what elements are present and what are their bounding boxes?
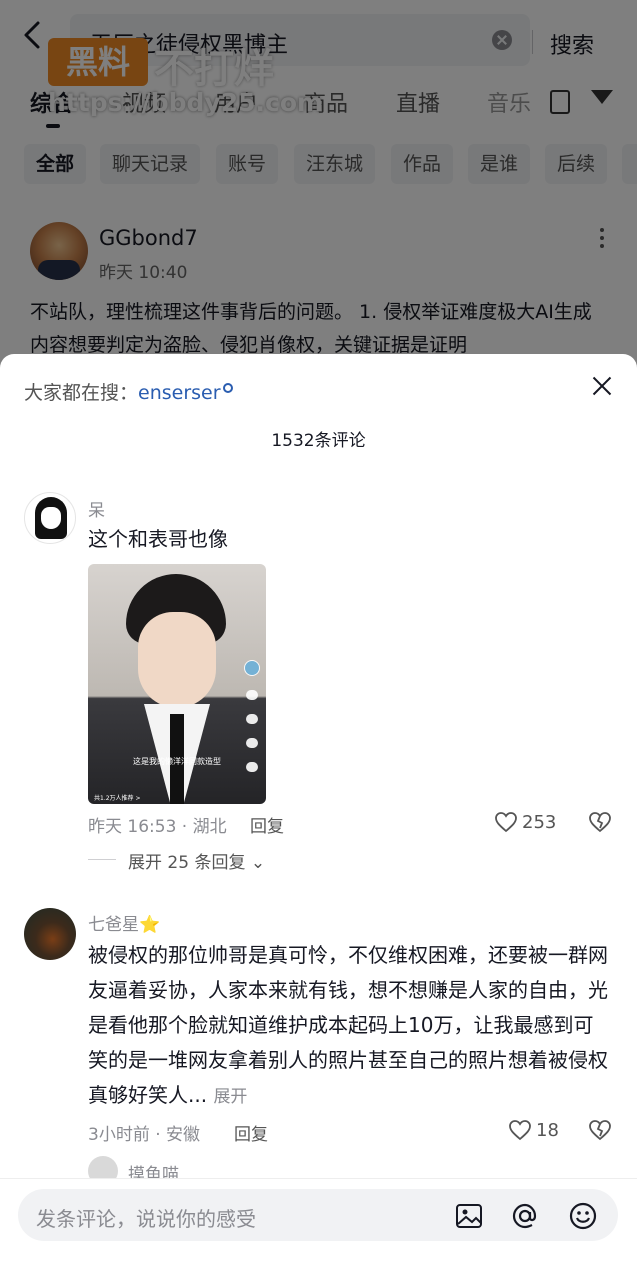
video-side-icons	[244, 660, 260, 800]
expand-divider	[88, 859, 116, 860]
broken-heart-icon[interactable]	[588, 1119, 612, 1141]
like-count: 253	[522, 812, 557, 833]
comment-meta: 3小时前 · 安徽	[88, 1125, 201, 1145]
comment-input-placeholder: 发条评论，说说你的感受	[36, 1207, 256, 1231]
avatar[interactable]	[24, 908, 76, 960]
comment-count: 1532条评论	[271, 431, 366, 451]
mention-icon[interactable]	[510, 1201, 540, 1231]
hot-search[interactable]: 大家都在搜：enserser	[24, 378, 233, 405]
comment-username[interactable]: 七爸星⭐	[88, 910, 160, 935]
expand-text-button[interactable]: 展开	[213, 1087, 247, 1107]
search-icon	[222, 383, 233, 393]
comment-text: 被侵权的那位帅哥是真可怜，不仅维权困难，还要被一群网友逼着妥协，人家本来就有钱，…	[88, 938, 608, 1115]
comment-image[interactable]: 这是我的懒洋洋同款造型 共1.2万人推荐 >	[88, 564, 266, 804]
comment-body: 被侵权的那位帅哥是真可怜，不仅维权困难，还要被一群网友逼着妥协，人家本来就有钱，…	[88, 943, 608, 1107]
heart-icon[interactable]	[494, 811, 518, 833]
reply-button[interactable]: 回复	[234, 1120, 268, 1145]
comment-sheet: 大家都在搜：enserser 1532条评论 呆 这个和表哥也像 这是我的懒洋洋…	[0, 354, 637, 1280]
heart-icon[interactable]	[508, 1119, 532, 1141]
image-footer: 共1.2万人推荐 >	[94, 795, 141, 802]
reply-button[interactable]: 回复	[250, 812, 284, 837]
like-count: 18	[536, 1120, 559, 1141]
chevron-down-icon: ⌄	[250, 853, 266, 873]
expand-replies-label: 展开 25 条回复	[128, 853, 246, 873]
comment-text: 这个和表哥也像	[88, 527, 228, 551]
comment-input[interactable]: 发条评论，说说你的感受	[18, 1189, 618, 1241]
broken-heart-icon[interactable]	[588, 811, 612, 833]
hot-search-keyword[interactable]: enserser	[138, 382, 221, 404]
expand-replies-button[interactable]: 展开 25 条回复 ⌄	[128, 848, 265, 873]
hot-search-label: 大家都在搜：	[24, 382, 139, 404]
comment-input-bar: 发条评论，说说你的感受	[0, 1178, 637, 1280]
avatar[interactable]	[24, 492, 76, 544]
comment-meta: 昨天 16:53 · 湖北	[88, 817, 227, 837]
comment-username[interactable]: 呆	[88, 496, 105, 521]
image-caption: 这是我的懒洋洋同款造型	[133, 757, 221, 766]
close-icon[interactable]	[590, 374, 614, 398]
image-icon[interactable]	[454, 1201, 484, 1231]
emoji-icon[interactable]	[568, 1201, 598, 1231]
